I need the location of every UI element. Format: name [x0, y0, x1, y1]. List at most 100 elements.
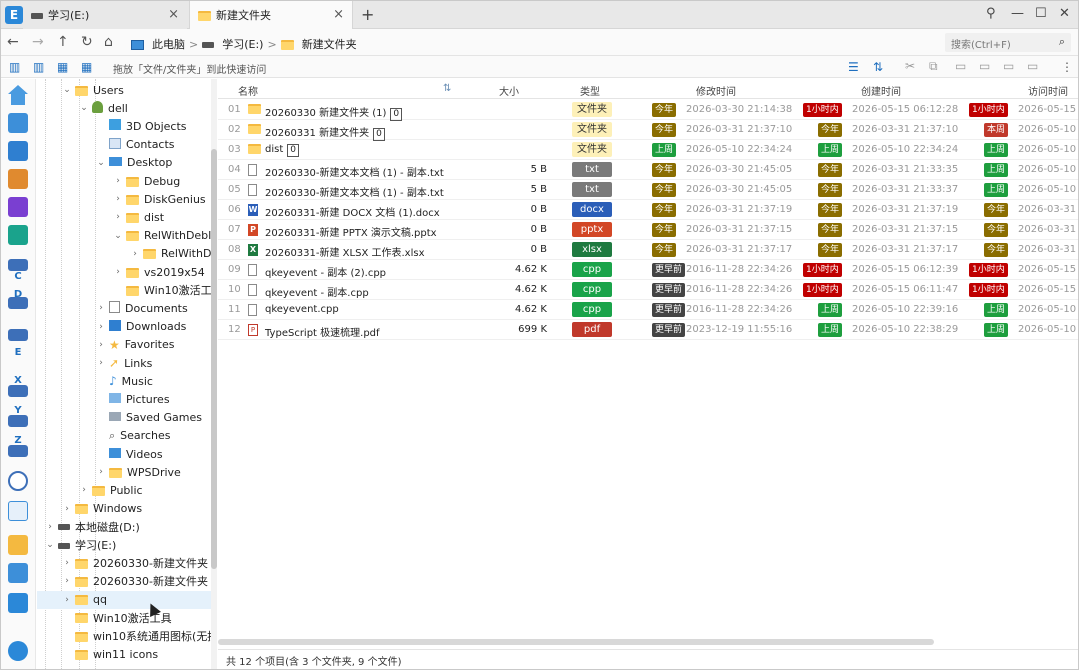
file-name[interactable]: 20260330-新建文本文档 (1) - 副本.txt	[265, 164, 444, 179]
file-name[interactable]: qkeyevent - 副本 (2).cpp	[265, 264, 386, 279]
tree-item[interactable]: › Public	[78, 481, 142, 499]
search-icon[interactable]: ⌕	[1059, 35, 1065, 49]
rename-icon[interactable]: ▭	[979, 59, 990, 73]
tree-item[interactable]: win11 icons	[61, 645, 158, 663]
quick-access-drop-hint[interactable]: 拖放「文件/文件夹」到此快速访问	[113, 61, 266, 76]
tree-item[interactable]: › vs2019x54	[112, 263, 205, 281]
file-row[interactable]: 11 qkeyevent.cpp 4.62 K cpp 更早前 2016-11-28 22…	[218, 300, 1078, 320]
paste-icon[interactable]: ▭	[955, 59, 966, 73]
tree-item[interactable]: › 20260330-新建文件夹	[61, 554, 208, 572]
column-header-modified[interactable]: 修改时间	[696, 83, 736, 98]
file-row[interactable]: 07 P 20260331-新建 PPTX 演示文稿.pptx 0 B pptx 今年 20…	[218, 220, 1078, 240]
pin-icon[interactable]: ⚲	[986, 6, 996, 21]
chevron-right-icon[interactable]: ›	[95, 467, 107, 477]
music-icon[interactable]	[8, 169, 28, 189]
forward-button[interactable]: →	[32, 34, 44, 50]
chevron-right-icon[interactable]: ›	[129, 249, 141, 259]
share-icon[interactable]: ▭	[1003, 59, 1014, 73]
tree-item[interactable]: Videos	[95, 445, 163, 463]
tree-scrollbar-thumb[interactable]	[211, 149, 217, 569]
tree-item[interactable]: › Downloads	[95, 318, 186, 336]
column-header-type[interactable]: 类型	[580, 83, 600, 98]
chevron-right-icon[interactable]: ›	[61, 576, 73, 586]
tree-item[interactable]: Pictures	[95, 390, 170, 408]
list-horizontal-scrollbar[interactable]	[218, 639, 934, 645]
file-row[interactable]: 12 P TypeScript 极速梳理.pdf 699 K pdf 更早前 2023-12…	[218, 320, 1078, 340]
chevron-right-icon[interactable]: ›	[112, 176, 124, 186]
file-name[interactable]: TypeScript 极速梳理.pdf	[265, 324, 380, 339]
chevron-down-icon[interactable]: ⌄	[61, 85, 73, 95]
control-panel-icon[interactable]	[8, 563, 28, 583]
search-input[interactable]: 搜索(Ctrl+F) ⌕	[945, 33, 1071, 52]
sort-toggle-icon[interactable]: ⇅	[443, 83, 451, 94]
tab-new-folder[interactable]: 新建文件夹 ×	[189, 1, 353, 29]
chevron-down-icon[interactable]: ⌄	[112, 231, 124, 241]
copy-path-icon[interactable]: ⧉	[929, 59, 938, 74]
chevron-right-icon[interactable]: ›	[112, 212, 124, 222]
chevron-down-icon[interactable]: ⌄	[78, 103, 90, 113]
column-header-name[interactable]: 名称	[238, 83, 258, 98]
recycle-bin-icon[interactable]	[8, 501, 28, 521]
tree-item[interactable]: › WPSDrive	[95, 463, 181, 481]
home-button[interactable]: ⌂	[104, 34, 113, 50]
file-row[interactable]: 04 20260330-新建文本文档 (1) - 副本.txt 5 B txt 今年 20…	[218, 160, 1078, 180]
file-name[interactable]: qkeyevent - 副本.cpp	[265, 284, 369, 299]
file-row[interactable]: 08 X 20260331-新建 XLSX 工作表.xlsx 0 B xlsx 今年 202…	[218, 240, 1078, 260]
file-row[interactable]: 10 qkeyevent - 副本.cpp 4.62 K cpp 更早前 2016-11-…	[218, 280, 1078, 300]
file-name[interactable]: 20260331-新建 XLSX 工作表.xlsx	[265, 244, 425, 259]
tree-item[interactable]: win10系统通用图标(无损提	[61, 627, 211, 645]
file-row[interactable]: 05 20260330-新建文本文档 (1) - 副本.txt 5 B txt 今年 20…	[218, 180, 1078, 200]
chevron-right-icon[interactable]: ›	[78, 485, 90, 495]
column-header-created[interactable]: 创建时间	[861, 83, 901, 98]
tree-item[interactable]: ⌄ dell	[78, 99, 128, 117]
drive-z-icon[interactable]	[8, 445, 28, 457]
chevron-right-icon[interactable]: ›	[95, 358, 107, 368]
file-row[interactable]: 09 qkeyevent - 副本 (2).cpp 4.62 K cpp 更早前 2016…	[218, 260, 1078, 280]
cut-icon[interactable]: ✂	[905, 59, 915, 73]
maximize-button[interactable]: ☐	[1035, 6, 1047, 21]
tree-item[interactable]: › 20260330-新建文件夹 - 副	[61, 572, 211, 590]
chevron-down-icon[interactable]: ⌄	[44, 540, 56, 550]
layout-tiles-icon[interactable]: ▦	[81, 60, 92, 74]
tree-item[interactable]: 3D Objects	[95, 117, 187, 135]
tree-scrollbar[interactable]	[211, 79, 217, 669]
close-button[interactable]: ✕	[1059, 6, 1070, 21]
windows-icon[interactable]	[8, 593, 28, 613]
chevron-right-icon[interactable]: ›	[61, 504, 73, 514]
chevron-right-icon[interactable]: ›	[95, 340, 107, 350]
breadcrumb-this-pc[interactable]: 此电脑	[152, 36, 185, 52]
folder-icon[interactable]	[8, 535, 28, 555]
layout-columns-icon[interactable]: ▥	[33, 60, 44, 74]
chevron-right-icon[interactable]: ›	[61, 558, 73, 568]
file-row[interactable]: 06 W 20260331-新建 DOCX 文档 (1).docx 0 B docx 今年…	[218, 200, 1078, 220]
tree-item[interactable]: ⌄ Users	[61, 81, 124, 99]
chevron-right-icon[interactable]: ›	[112, 194, 124, 204]
file-name[interactable]: 20260331-新建 DOCX 文档 (1).docx	[265, 204, 440, 219]
tree-item[interactable]: › DiskGenius	[112, 190, 205, 208]
recent-clock-icon[interactable]	[8, 471, 28, 491]
layout-panes-icon[interactable]: ▥	[9, 60, 20, 74]
tree-item[interactable]: › 本地磁盘(D:)	[44, 518, 140, 536]
column-header-accessed[interactable]: 访问时间	[1028, 83, 1068, 98]
chevron-right-icon[interactable]: ›	[95, 322, 107, 332]
refresh-button[interactable]: ↻	[81, 34, 93, 50]
breadcrumb-drive-e[interactable]: 学习(E:)	[222, 36, 263, 52]
tree-item[interactable]: › qq	[37, 590, 211, 609]
tab-close-icon[interactable]: ×	[333, 7, 344, 22]
more-options-icon[interactable]: ⋮	[1061, 60, 1073, 74]
tab-close-icon[interactable]: ×	[168, 7, 179, 22]
tree-item[interactable]: › Windows	[61, 500, 142, 518]
tree-item[interactable]: ⌄ RelWithDebInfo	[112, 227, 211, 245]
downloads-icon[interactable]	[8, 225, 28, 245]
list-view-icon[interactable]: ☰	[848, 60, 859, 74]
tree-item[interactable]: ⌕ Searches	[95, 427, 170, 445]
file-name[interactable]: 20260331 新建文件夹 0	[265, 124, 385, 141]
column-header-size[interactable]: 大小	[499, 83, 519, 98]
settings-gear-icon[interactable]	[8, 641, 28, 661]
tree-item[interactable]: › dist	[112, 208, 164, 226]
tree-item[interactable]: ⌄ 学习(E:)	[44, 536, 116, 554]
up-button[interactable]: ↑	[57, 34, 69, 50]
file-row[interactable]: 03 dist 0 文件夹 上周 2026-05-10 22:34:24 上周 2026-05…	[218, 140, 1078, 160]
chevron-right-icon[interactable]: ›	[112, 267, 124, 277]
tree-item[interactable]: Contacts	[95, 136, 175, 154]
